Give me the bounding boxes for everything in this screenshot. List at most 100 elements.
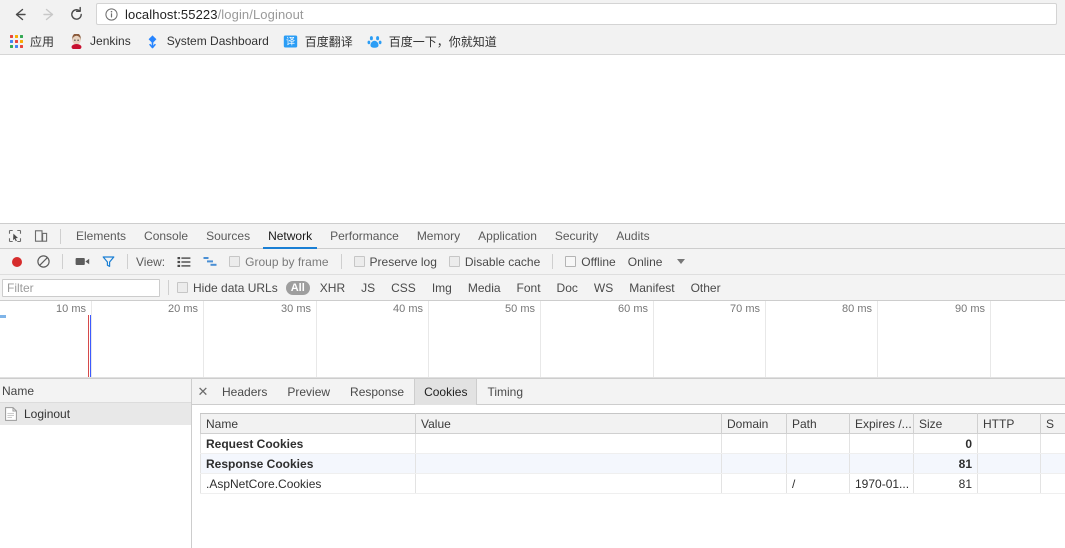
tab-sources[interactable]: Sources (197, 224, 259, 249)
filter-type-js[interactable]: JS (355, 280, 381, 296)
detail-tab-headers[interactable]: Headers (212, 379, 277, 405)
bookmark-system-dashboard[interactable]: System Dashboard (141, 30, 277, 52)
tab-security[interactable]: Security (546, 224, 607, 249)
throttling-select[interactable]: Online (622, 249, 669, 275)
cell-secure (1041, 454, 1065, 474)
detail-tab-response[interactable]: Response (340, 379, 414, 405)
timeline-tick-label: 60 ms (618, 303, 653, 315)
detail-tab-timing[interactable]: Timing (477, 379, 533, 405)
request-row-loginout[interactable]: Loginout (0, 403, 191, 425)
timeline-tick-label: 10 ms (56, 303, 91, 315)
back-button[interactable] (6, 0, 34, 28)
requests-column-header[interactable]: Name (0, 379, 191, 403)
tab-application[interactable]: Application (469, 224, 546, 249)
baidu-translate-icon: 译 (283, 33, 299, 49)
navigation-bar: localhost:55223/login/Loginout (0, 0, 1065, 28)
preserve-log-label: Preserve log (370, 255, 437, 269)
tab-elements[interactable]: Elements (67, 224, 135, 249)
close-icon[interactable]: ✕ (194, 379, 212, 405)
tab-performance[interactable]: Performance (321, 224, 408, 249)
timeline-tick-label: 30 ms (281, 303, 316, 315)
timeline-tick-label: 50 ms (505, 303, 540, 315)
bookmark-baidu[interactable]: 百度一下，你就知道 (363, 30, 505, 52)
chevron-down-icon[interactable] (668, 250, 694, 274)
waterfall-view-icon[interactable] (197, 250, 223, 274)
offline-checkbox[interactable]: Offline (559, 249, 621, 275)
request-detail-tabs: ✕ Headers Preview Response Cookies Timin… (192, 379, 1065, 405)
column-header-value[interactable]: Value (416, 414, 722, 434)
timeline-tick-label: 90 ms (955, 303, 990, 315)
timeline-tick-label: 20 ms (168, 303, 203, 315)
filter-type-manifest[interactable]: Manifest (623, 280, 680, 296)
camera-icon[interactable] (69, 250, 95, 274)
table-row[interactable]: .AspNetCore.Cookies / 1970-01... 81 (201, 474, 1065, 494)
page-info-icon[interactable] (105, 8, 118, 21)
clear-icon[interactable] (30, 250, 56, 274)
timeline-tick-label: 40 ms (393, 303, 428, 315)
svg-text:译: 译 (286, 36, 295, 47)
column-header-name[interactable]: Name (201, 414, 416, 434)
cell-path (787, 454, 850, 474)
detail-tab-cookies[interactable]: Cookies (414, 379, 477, 405)
address-bar[interactable]: localhost:55223/login/Loginout (96, 3, 1057, 25)
inspect-element-icon[interactable] (2, 224, 28, 248)
forward-button[interactable] (34, 0, 62, 28)
filter-type-ws[interactable]: WS (588, 280, 619, 296)
checkbox-box (177, 282, 188, 293)
column-header-path[interactable]: Path (787, 414, 850, 434)
checkbox-box (229, 256, 240, 267)
filter-type-doc[interactable]: Doc (551, 280, 584, 296)
bookmark-label: 百度翻译 (305, 33, 353, 50)
cell-name: Response Cookies (201, 454, 416, 474)
list-view-icon[interactable] (171, 250, 197, 274)
timeline-baseline (0, 377, 1065, 378)
baidu-icon (367, 33, 383, 49)
filter-type-xhr[interactable]: XHR (314, 280, 351, 296)
column-header-size[interactable]: Size (914, 414, 978, 434)
bookmark-baidu-translate[interactable]: 译 百度翻译 (279, 30, 361, 52)
tab-console[interactable]: Console (135, 224, 197, 249)
tab-audits[interactable]: Audits (607, 224, 658, 249)
request-detail-panel: ✕ Headers Preview Response Cookies Timin… (192, 379, 1065, 548)
column-header-secure[interactable]: S (1041, 414, 1065, 434)
toolbar-divider (62, 254, 63, 269)
detail-tab-preview[interactable]: Preview (277, 379, 340, 405)
cell-http (978, 434, 1041, 454)
group-by-frame-checkbox[interactable]: Group by frame (223, 249, 334, 275)
column-header-domain[interactable]: Domain (722, 414, 787, 434)
timeline-tick-label: 80 ms (842, 303, 877, 315)
jenkins-icon (68, 33, 84, 49)
cell-path (787, 434, 850, 454)
bookmark-jenkins[interactable]: Jenkins (64, 30, 139, 52)
table-row[interactable]: Request Cookies 0 (201, 434, 1065, 454)
tab-memory[interactable]: Memory (408, 224, 469, 249)
preserve-log-checkbox[interactable]: Preserve log (348, 249, 443, 275)
record-button-icon[interactable] (4, 250, 30, 274)
bookmark-apps[interactable]: 应用 (4, 30, 62, 52)
network-toolbar: View: Group by frame Preserve log Disabl… (0, 249, 1065, 275)
cell-name: Request Cookies (201, 434, 416, 454)
filter-divider (168, 280, 169, 295)
disable-cache-checkbox[interactable]: Disable cache (443, 249, 546, 275)
reload-button[interactable] (62, 0, 90, 28)
filter-type-other[interactable]: Other (685, 280, 727, 296)
url-path: /login/Loginout (218, 7, 304, 22)
filter-type-css[interactable]: CSS (385, 280, 422, 296)
group-by-frame-label: Group by frame (245, 255, 328, 269)
network-timeline-overview[interactable]: 10 ms 20 ms 30 ms 40 ms 50 ms 60 ms 70 m… (0, 301, 1065, 379)
cell-secure (1041, 434, 1065, 454)
column-header-expires[interactable]: Expires /... (850, 414, 914, 434)
device-toolbar-icon[interactable] (28, 224, 54, 248)
toolbar-divider (552, 254, 553, 269)
filter-type-all[interactable]: All (286, 281, 310, 295)
hide-data-urls-checkbox[interactable]: Hide data URLs (177, 275, 278, 301)
filter-input[interactable] (2, 279, 160, 297)
column-header-http[interactable]: HTTP (978, 414, 1041, 434)
table-row[interactable]: Response Cookies 81 (201, 454, 1065, 474)
filter-funnel-icon[interactable] (95, 250, 121, 274)
tab-network[interactable]: Network (259, 224, 321, 249)
filter-type-img[interactable]: Img (426, 280, 458, 296)
filter-type-media[interactable]: Media (462, 280, 507, 296)
timeline-tick-label: 70 ms (730, 303, 765, 315)
filter-type-font[interactable]: Font (511, 280, 547, 296)
